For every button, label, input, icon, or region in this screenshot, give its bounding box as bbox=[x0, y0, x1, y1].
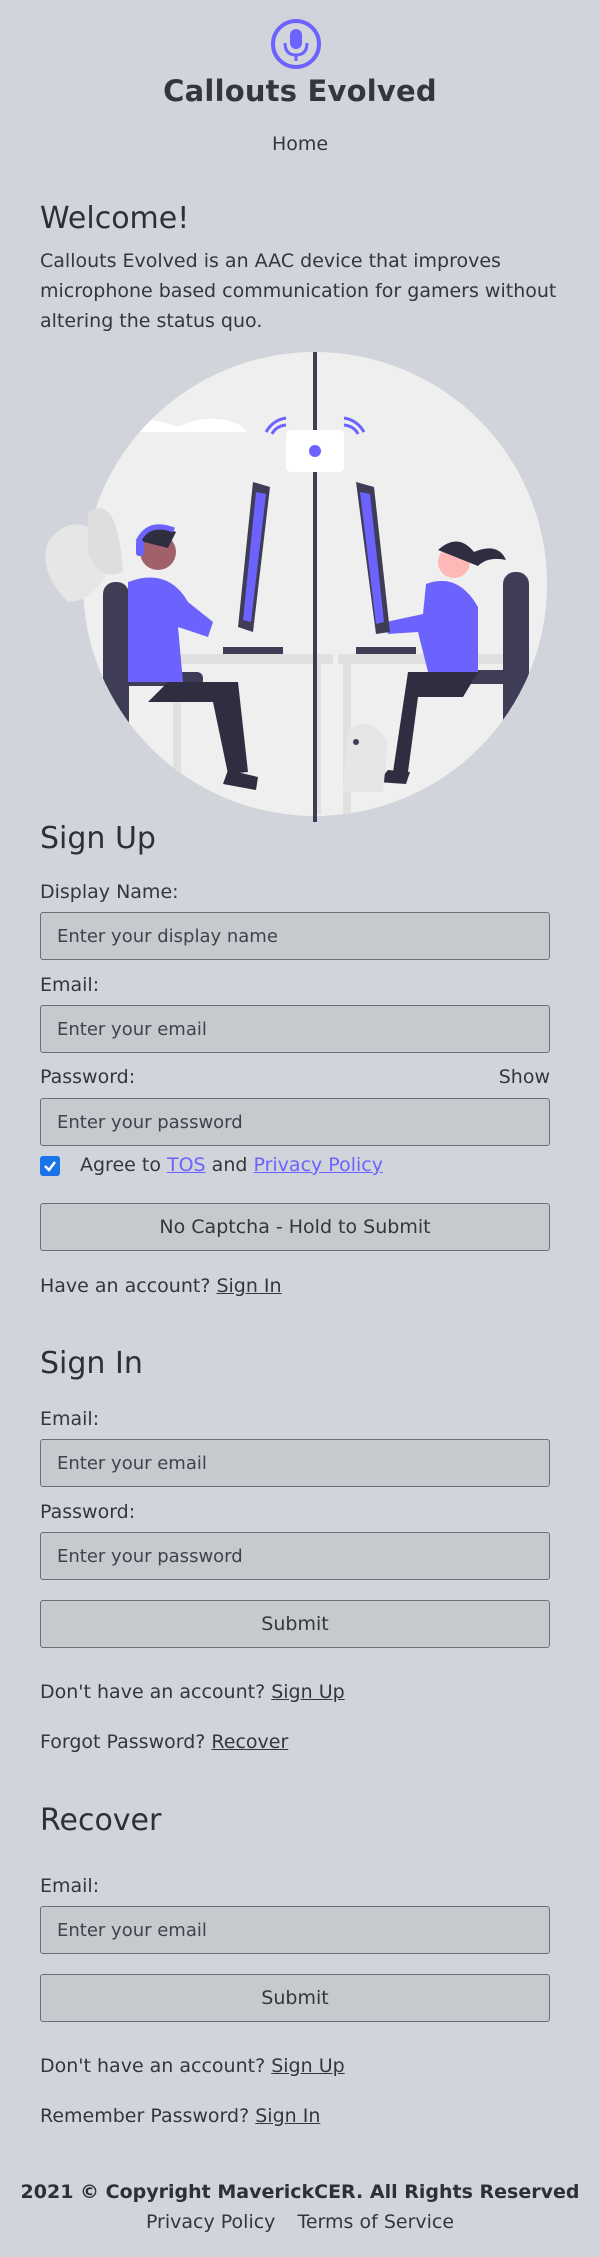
signin-sign-up-link[interactable]: Sign Up bbox=[271, 1681, 344, 1703]
signup-submit-button[interactable]: No Captcha - Hold to Submit bbox=[40, 1203, 550, 1251]
signin-forgot-password: Forgot Password? Recover bbox=[40, 1731, 288, 1753]
footer-terms-link[interactable]: Terms of Service bbox=[297, 2211, 454, 2233]
footer-privacy-link[interactable]: Privacy Policy bbox=[146, 2211, 275, 2233]
nav-home-link[interactable]: Home bbox=[0, 133, 600, 155]
recover-sign-in-link[interactable]: Sign In bbox=[255, 2105, 320, 2127]
microphone-icon[interactable] bbox=[270, 18, 322, 70]
recover-no-account-text: Don't have an account? bbox=[40, 2055, 266, 2077]
hero-illustration bbox=[38, 352, 562, 822]
have-account-text: Have an account? bbox=[40, 1275, 211, 1297]
recover-no-account: Don't have an account? Sign Up bbox=[40, 2055, 345, 2077]
privacy-policy-link[interactable]: Privacy Policy bbox=[253, 1154, 382, 1176]
signup-sign-in-link[interactable]: Sign In bbox=[216, 1275, 281, 1297]
agree-checkbox[interactable] bbox=[40, 1156, 60, 1176]
recover-heading: Recover bbox=[40, 1803, 162, 1838]
signin-heading: Sign In bbox=[40, 1346, 143, 1381]
page: Callouts Evolved Home Welcome! Callouts … bbox=[0, 0, 600, 2257]
recover-submit-button[interactable]: Submit bbox=[40, 1974, 550, 2022]
password-show-toggle[interactable]: Show bbox=[499, 1066, 550, 1088]
signup-display-name-label: Display Name: bbox=[40, 881, 179, 903]
signin-submit-button[interactable]: Submit bbox=[40, 1600, 550, 1648]
signup-password-input[interactable] bbox=[40, 1098, 550, 1146]
signin-no-account: Don't have an account? Sign Up bbox=[40, 1681, 345, 1703]
remember-password-text: Remember Password? bbox=[40, 2105, 250, 2127]
agree-text: Agree to TOS and Privacy Policy bbox=[80, 1154, 383, 1176]
signin-email-label: Email: bbox=[40, 1408, 100, 1430]
recover-sign-up-link[interactable]: Sign Up bbox=[271, 2055, 344, 2077]
footer-copyright: 2021 © Copyright MaverickCER. All Rights… bbox=[20, 2181, 580, 2203]
signup-password-label: Password: bbox=[40, 1066, 136, 1088]
no-account-text: Don't have an account? bbox=[40, 1681, 266, 1703]
signup-email-input[interactable] bbox=[40, 1005, 550, 1053]
signin-password-input[interactable] bbox=[40, 1532, 550, 1580]
signup-heading: Sign Up bbox=[40, 821, 156, 856]
recover-email-label: Email: bbox=[40, 1875, 100, 1897]
brand-title[interactable]: Callouts Evolved bbox=[0, 74, 600, 108]
recover-email-input[interactable] bbox=[40, 1906, 550, 1954]
signin-password-label: Password: bbox=[40, 1501, 136, 1523]
welcome-text: Callouts Evolved is an AAC device that i… bbox=[40, 250, 557, 332]
tos-link[interactable]: TOS bbox=[167, 1154, 206, 1176]
checkmark-icon bbox=[44, 1161, 56, 1172]
signup-display-name-input[interactable] bbox=[40, 912, 550, 960]
signup-have-account: Have an account? Sign In bbox=[40, 1275, 282, 1297]
recover-link[interactable]: Recover bbox=[211, 1731, 288, 1753]
agree-and: and bbox=[211, 1154, 248, 1176]
signup-email-label: Email: bbox=[40, 974, 100, 996]
signin-email-input[interactable] bbox=[40, 1439, 550, 1487]
welcome-heading: Welcome! bbox=[40, 201, 190, 236]
agree-prefix: Agree to bbox=[80, 1154, 161, 1176]
footer-links: Privacy Policy Terms of Service bbox=[0, 2211, 600, 2233]
forgot-password-text: Forgot Password? bbox=[40, 1731, 206, 1753]
recover-remember-password: Remember Password? Sign In bbox=[40, 2105, 320, 2127]
